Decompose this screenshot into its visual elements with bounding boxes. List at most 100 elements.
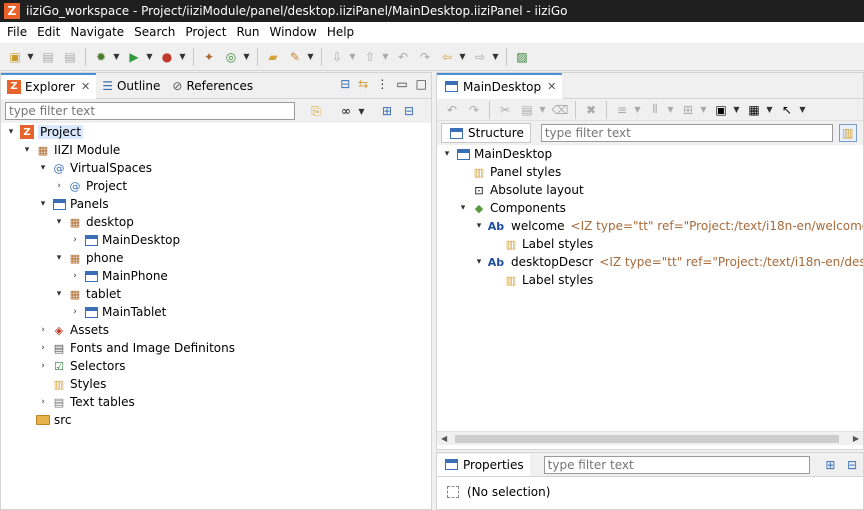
arrange-dropdown-icon[interactable]: ▼ [699,101,708,119]
new-icon[interactable]: ▣ [6,48,24,66]
collapsed-twisty-icon[interactable]: › [37,343,49,353]
deploy-dropdown-icon[interactable]: ▼ [242,48,251,66]
tree-item-desktop[interactable]: ▾ ▦ desktop [53,213,134,231]
menu-run[interactable]: Run [231,22,264,43]
collapse-all-icon[interactable]: ⊟ [843,456,861,474]
add-component-dropdown-icon[interactable]: ▼ [732,101,741,119]
structure-filter-input[interactable] [540,124,833,142]
expanded-twisty-icon[interactable]: ▾ [473,257,485,267]
align-icon[interactable]: ≡ [613,101,631,119]
arrange-icon[interactable]: ⊞ [679,101,697,119]
new-dropdown-icon[interactable]: ▼ [26,48,35,66]
distribute-dropdown-icon[interactable]: ▼ [666,101,675,119]
menu-file[interactable]: File [2,22,32,43]
collapse-all-icon[interactable]: ⊟ [340,77,350,91]
redo-icon[interactable]: ↷ [465,101,483,119]
structure-options-icon[interactable]: ▥ [838,124,857,142]
expanded-twisty-icon[interactable]: ▾ [21,145,33,155]
run-dropdown-icon[interactable]: ▼ [145,48,154,66]
menu-help[interactable]: Help [322,22,359,43]
expand-all-icon[interactable]: ⊞ [378,102,396,120]
forward-edit-icon[interactable]: ↷ [416,48,434,66]
cut-icon[interactable]: ✂ [496,101,514,119]
expanded-twisty-icon[interactable]: ▾ [5,127,17,137]
structure-horizontal-scrollbar[interactable]: ◀ ▶ [437,431,863,445]
menu-edit[interactable]: Edit [32,22,65,43]
tree-item-iizi-module[interactable]: ▾ ▦ IIZI Module [21,141,121,159]
tab-outline[interactable]: ☰ Outline [96,73,166,99]
link-dropdown-icon[interactable]: ▼ [357,102,366,120]
last-edit-icon[interactable]: ↶ [394,48,412,66]
close-icon[interactable]: ✕ [81,80,90,93]
tree-item-panel-styles[interactable]: ▥ Panel styles [457,163,561,181]
next-annotation-icon[interactable]: ⇩ [328,48,346,66]
external-tools-dropdown-icon[interactable]: ▼ [178,48,187,66]
expanded-twisty-icon[interactable]: ▾ [53,253,65,263]
link-editor-icon[interactable]: ⇆ [358,77,368,91]
minimize-icon[interactable]: ▭ [396,77,407,91]
debug-icon[interactable]: ✹ [92,48,110,66]
collapse-tree-icon[interactable]: ⊟ [400,102,418,120]
view-menu-icon[interactable]: ⋮ [376,77,388,91]
link-icon[interactable]: ∞ [337,102,355,120]
prev-annotation-dropdown-icon[interactable]: ▼ [381,48,390,66]
collapsed-twisty-icon[interactable]: › [69,307,81,317]
tree-item-virtualspaces[interactable]: ▾ @ VirtualSpaces [37,159,152,177]
explorer-filter-input[interactable] [5,102,295,120]
tree-item-project[interactable]: ▾ Z Project [5,123,84,141]
tree-item-maindesktop[interactable]: › MainDesktop [69,231,180,249]
tree-item-absolute-layout[interactable]: ⊡ Absolute layout [457,181,583,199]
menu-navigate[interactable]: Navigate [65,22,129,43]
tab-structure[interactable]: Structure [441,123,531,143]
collapsed-twisty-icon[interactable]: › [37,361,49,371]
external-tools-icon[interactable]: ● [158,48,176,66]
tree-item-mainphone[interactable]: › MainPhone [69,267,168,285]
tree-item-tablet[interactable]: ▾ ▦ tablet [53,285,121,303]
tab-references[interactable]: ⊘ References [166,73,259,99]
wand-dropdown-icon[interactable]: ▼ [306,48,315,66]
tree-item-components[interactable]: ▾ ◆ Components [457,199,566,217]
expanded-twisty-icon[interactable]: ▾ [457,203,469,213]
tree-item-label-styles[interactable]: ▥ Label styles [489,271,593,289]
scroll-thumb[interactable] [455,435,839,443]
expanded-twisty-icon[interactable]: ▾ [37,199,49,209]
expand-all-icon[interactable]: ⊞ [822,456,840,474]
filter-options-icon[interactable]: ⎘ [307,102,325,120]
undo-icon[interactable]: ↶ [443,101,461,119]
back-icon[interactable]: ⇦ [438,48,456,66]
save-icon[interactable]: ▤ [39,48,57,66]
tree-item-assets[interactable]: › ◈ Assets [37,321,109,339]
maximize-icon[interactable]: □ [416,77,427,91]
align-dropdown-icon[interactable]: ▼ [633,101,642,119]
properties-filter-input[interactable] [543,455,810,474]
collapsed-twisty-icon[interactable]: › [69,235,81,245]
scroll-right-icon[interactable]: ▶ [853,432,859,446]
close-icon[interactable]: ✕ [547,80,556,93]
menu-window[interactable]: Window [264,22,321,43]
new-module-icon[interactable]: ✦ [200,48,218,66]
collapsed-twisty-icon[interactable]: › [53,181,65,191]
expanded-twisty-icon[interactable]: ▾ [37,163,49,173]
tree-item-project-vs[interactable]: › @ Project [53,177,127,195]
format-icon[interactable]: ⌫ [551,101,569,119]
tree-item-welcome[interactable]: ▾ Ab welcome <IZ type="tt" ref="Project:… [473,217,863,235]
tree-item-phone[interactable]: ▾ ▦ phone [53,249,124,267]
run-icon[interactable]: ▶ [125,48,143,66]
tab-properties[interactable]: Properties [437,453,530,476]
add-component-icon[interactable]: ▣ [712,101,730,119]
prev-annotation-icon[interactable]: ⇧ [361,48,379,66]
next-annotation-dropdown-icon[interactable]: ▼ [348,48,357,66]
tab-explorer[interactable]: Z Explorer ✕ [1,72,97,99]
tree-item-fonts[interactable]: › ▤ Fonts and Image Definitons [37,339,235,357]
grid-icon[interactable]: ▦ [745,101,763,119]
pointer-icon[interactable]: ↖ [778,101,796,119]
tree-item-desktopdescr[interactable]: ▾ Ab desktopDescr <IZ type="tt" ref="Pro… [473,253,863,271]
collapsed-twisty-icon[interactable]: › [37,397,49,407]
tree-item-text-tables[interactable]: › ▤ Text tables [37,393,135,411]
tab-maindesktop[interactable]: MainDesktop ✕ [437,72,563,99]
tree-item-maindesktop-root[interactable]: ▾ MainDesktop [441,145,552,163]
pointer-dropdown-icon[interactable]: ▼ [798,101,807,119]
forward-dropdown-icon[interactable]: ▼ [491,48,500,66]
expanded-twisty-icon[interactable]: ▾ [53,289,65,299]
tree-item-maintablet[interactable]: › MainTablet [69,303,166,321]
